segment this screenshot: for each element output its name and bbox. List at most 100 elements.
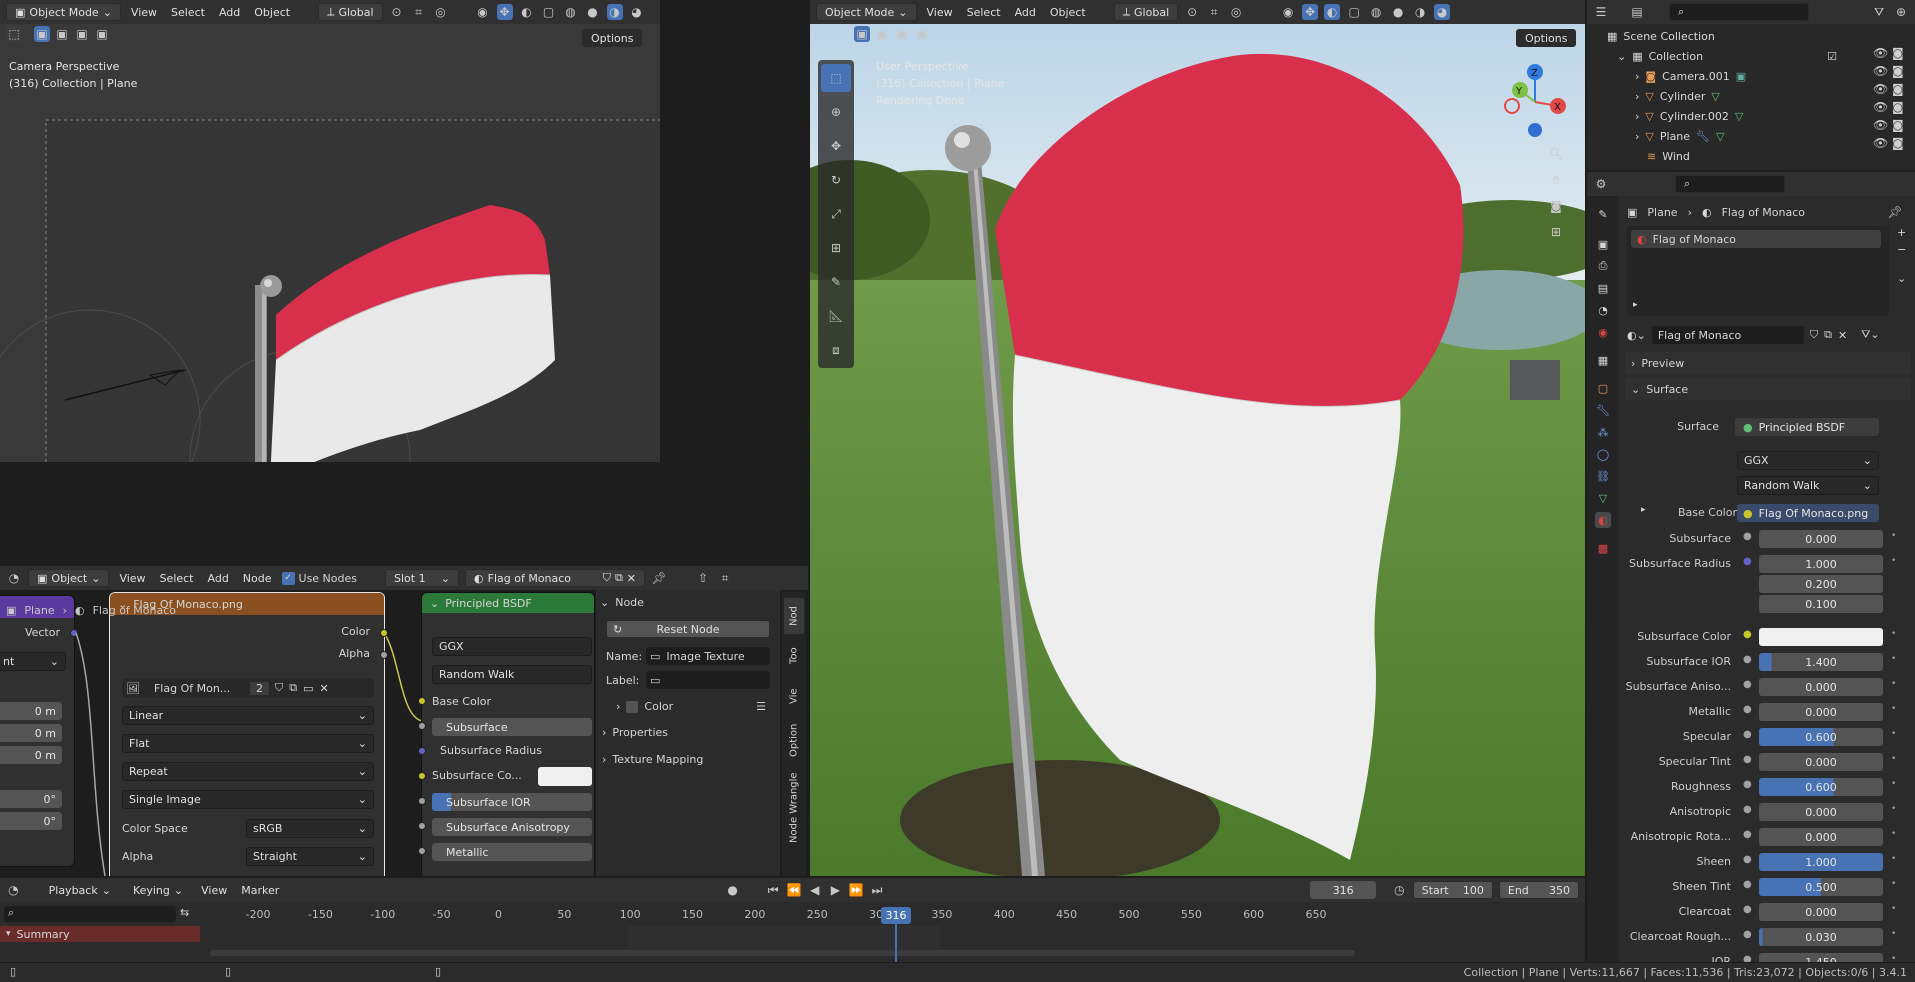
search-field[interactable]: ⌕ [1675, 175, 1785, 193]
fake-user-icon[interactable]: ⛉ [275, 681, 283, 695]
keyframe-dot-icon[interactable]: • [1891, 654, 1896, 664]
gizmo-icon[interactable]: ✥ [1302, 4, 1319, 20]
socket-link-icon[interactable]: ● [1743, 679, 1752, 690]
surface-panel-header[interactable]: ⌄ Surface [1625, 378, 1911, 400]
alpha-mode-dropdown[interactable]: Straight ⌄ [246, 847, 374, 866]
socket-link-icon[interactable]: ● [1743, 531, 1752, 542]
color-space-dropdown[interactable]: sRGB ⌄ [246, 819, 374, 838]
start-frame-field[interactable]: Start 100 [1412, 881, 1493, 899]
pan-hand-icon[interactable]: ✋︎ [1548, 172, 1564, 188]
keyframe-dot-icon[interactable]: • [1891, 704, 1896, 714]
tab-tool[interactable]: Too [784, 638, 804, 674]
list-icon[interactable]: ☰ [756, 700, 766, 713]
folder-icon[interactable]: ▭ [303, 682, 313, 695]
channel-search[interactable]: ⌕ [4, 906, 176, 922]
keyframe-dot-icon[interactable]: • [1891, 929, 1896, 939]
jump-end-icon[interactable]: ⏭ [870, 882, 885, 898]
socket-link-icon[interactable]: ● [1743, 754, 1752, 765]
keyframe-dot-icon[interactable]: • [1891, 779, 1896, 789]
editor-type-icon[interactable]: ☰ [1593, 4, 1609, 20]
close-icon[interactable]: ✕ [1838, 329, 1847, 342]
property-value-field[interactable]: 1.000 [1759, 853, 1883, 871]
property-value-field[interactable]: 0.000 [1759, 530, 1883, 548]
wireframe-shading-icon[interactable]: ◍ [1368, 4, 1384, 20]
metallic-input[interactable]: Metallic [432, 843, 592, 861]
property-value-field[interactable]: 0.200 [1759, 575, 1883, 593]
subsurface-ior-input[interactable]: Subsurface IOR [432, 793, 592, 811]
texture-tab-icon[interactable]: ▩ [1595, 540, 1611, 556]
color-output-socket[interactable] [380, 629, 388, 637]
node-editor[interactable]: ◔ ▣ Object ⌄ View Select Add Node ✓ Use Nod… [0, 566, 808, 876]
scale-tool-icon[interactable]: ⤢ [821, 200, 851, 228]
socket-link-icon[interactable]: ● [1743, 704, 1752, 715]
add-slot-icon[interactable]: + [1897, 226, 1906, 239]
subsurface-color-socket[interactable] [418, 772, 426, 780]
select-mode-extend-icon[interactable]: ▣ [874, 26, 890, 42]
tab-node-wrangler[interactable]: Node Wrangle [784, 768, 804, 848]
keyframe-dot-icon[interactable]: • [1891, 531, 1896, 541]
keyframe-dot-icon[interactable]: • [1891, 954, 1896, 962]
keyframe-dot-icon[interactable]: • [1891, 629, 1896, 639]
annotate-tool-icon[interactable]: ✎ [821, 268, 851, 296]
socket-link-icon[interactable]: ● [1743, 929, 1752, 940]
property-value-field[interactable]: 0.000 [1759, 753, 1883, 771]
base-color-field[interactable]: ● Flag Of Monaco.png [1737, 504, 1879, 522]
new-collection-icon[interactable]: ⊕ [1893, 4, 1909, 20]
visibility-icon[interactable]: ◉ [1280, 4, 1296, 20]
tab-view[interactable]: Vie [784, 678, 804, 714]
name-field[interactable]: ▭ Image Texture [646, 647, 770, 665]
socket-link-icon[interactable]: ● [1743, 879, 1752, 890]
particles-tab-icon[interactable]: ⁂ [1595, 424, 1611, 440]
socket-link-icon[interactable]: ● [1743, 829, 1752, 840]
interpolation-dropdown[interactable]: Linear ⌄ [122, 706, 374, 725]
checkbox-icon[interactable] [626, 700, 639, 713]
duplicate-icon[interactable]: ⧉ [289, 681, 297, 695]
image-selector[interactable]: 🖼︎ Flag Of Mon... 2 ⛉ ⧉ ▭ ✕ [122, 678, 374, 698]
metallic-socket[interactable] [418, 847, 426, 855]
proportional-icon[interactable]: ◎ [1228, 4, 1244, 20]
perspective-grid-icon[interactable]: ⊞ [1548, 224, 1564, 240]
source-dropdown[interactable]: Single Image ⌄ [122, 790, 374, 809]
color-subpanel[interactable]: › Color ☰ [616, 700, 766, 713]
outliner-item[interactable]: › ◙ Camera.001 ▣ [1587, 66, 1847, 86]
menu-view[interactable]: View [923, 6, 957, 19]
view-layer-tab-icon[interactable]: ▤ [1595, 280, 1611, 296]
subsurface-method-dropdown[interactable]: Random Walk ⌄ [1737, 476, 1879, 495]
property-value-field[interactable]: 0.000 [1759, 703, 1883, 721]
collection-tab-icon[interactable]: ▦ [1595, 352, 1611, 368]
render-tab-icon[interactable]: ▣ [1595, 236, 1611, 252]
distribution-dropdown[interactable]: GGX ⌄ [1737, 451, 1879, 470]
editor-type-icon[interactable]: ⚙ [1593, 176, 1609, 192]
snap-icon[interactable]: ⌗ [1206, 4, 1222, 20]
select-mode-new-icon[interactable]: ▣ [854, 26, 870, 42]
socket-link-icon[interactable]: ● [1743, 556, 1752, 567]
keyframe-dot-icon[interactable]: • [1891, 729, 1896, 739]
preview-panel-header[interactable]: › Preview [1625, 352, 1911, 374]
scene-tab-icon[interactable]: ◔ [1595, 302, 1611, 318]
eye-icon[interactable]: 👁︎ ◙ [1873, 46, 1904, 60]
subsurface-method-dropdown[interactable]: Random Walk [432, 665, 592, 684]
nav-gizmo-right[interactable]: Z X Y [1500, 62, 1570, 138]
playhead-frame[interactable]: 316 [881, 907, 911, 924]
eye-icon[interactable]: 👁︎ ◙ [1873, 100, 1904, 114]
rotate-tool-icon[interactable]: ↻ [821, 166, 851, 194]
next-keyframe-icon[interactable]: ⏩ [849, 882, 864, 898]
property-value-field[interactable]: 1.450 [1759, 953, 1883, 962]
move-tool-icon[interactable]: ✥ [821, 132, 851, 160]
socket-link-icon[interactable]: ● [1743, 904, 1752, 915]
duplicate-icon[interactable]: ⧉ [1824, 328, 1832, 342]
image-texture-node[interactable]: ⌄ Flag Of Monaco.png Color Alpha 🖼︎ Flag… [110, 593, 388, 876]
property-value-field[interactable]: 0.000 [1759, 803, 1883, 821]
collapse-chevron-icon[interactable]: ⌄ [430, 597, 439, 610]
menu-marker[interactable]: Marker [237, 884, 283, 897]
menu-object[interactable]: Object [1046, 6, 1090, 19]
remove-slot-icon[interactable]: − [1897, 243, 1906, 256]
right-viewport[interactable]: Object Mode ⌄ View Select Add Object ⟂ Glo… [810, 0, 1585, 876]
tab-node[interactable]: Nod [784, 598, 804, 634]
projection-dropdown[interactable]: Flat ⌄ [122, 734, 374, 753]
cursor-tool-icon[interactable]: ⊕ [821, 98, 851, 126]
property-value-field[interactable]: 1.000 [1759, 555, 1883, 573]
collection-row[interactable]: ⌄ ▦ Collection ☑ [1587, 46, 1847, 66]
property-value-field[interactable]: 0.600 [1759, 728, 1883, 746]
tab-options[interactable]: Option [784, 718, 804, 762]
